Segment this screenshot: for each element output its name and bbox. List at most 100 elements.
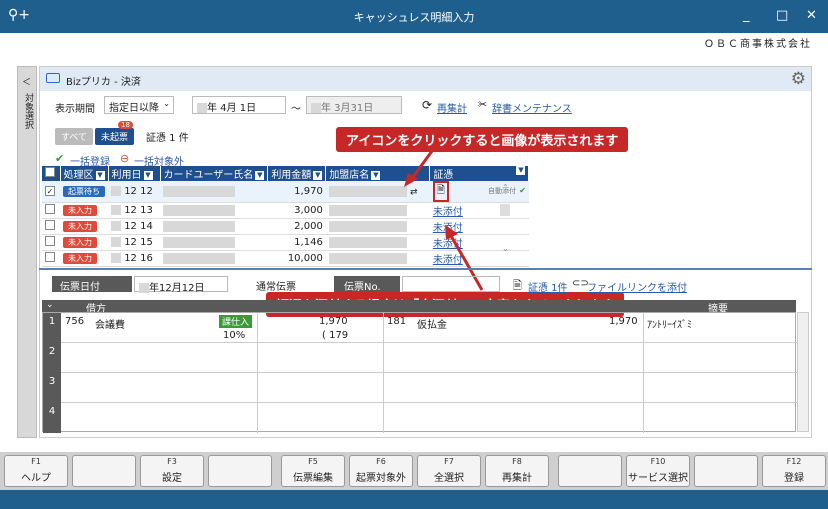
arrow-to-icon (404, 146, 437, 187)
voucher-type[interactable]: 通常伝票 (230, 276, 326, 293)
row-checkbox[interactable] (45, 204, 55, 214)
gear-icon[interactable]: ⚙ (791, 69, 806, 89)
document-icon: 🗎 (513, 279, 522, 292)
debit-account[interactable]: 会議費 (95, 316, 125, 331)
status-badge: 未入力 (63, 237, 97, 248)
f3-settings-button[interactable]: F3 設定 (140, 455, 204, 487)
merchant-cell (328, 220, 407, 232)
row-checkbox[interactable]: ✓ (45, 186, 55, 196)
refresh-icon[interactable]: ⟳ (422, 98, 432, 112)
evidence-count: 証憑 1 件 (146, 133, 189, 144)
header-date[interactable]: 利用日 ▼ (108, 166, 161, 181)
status-bar (0, 490, 828, 509)
row-number: 1 (43, 313, 61, 343)
card-user-cell (163, 252, 235, 264)
debit-amount[interactable]: 1,970 (319, 316, 348, 327)
tab-all[interactable]: すべて (55, 128, 94, 145)
merchant-cell (328, 236, 407, 248)
card-user-cell (163, 220, 235, 232)
credit-account[interactable]: 仮払金 (417, 316, 447, 331)
row-checkbox[interactable] (45, 220, 55, 230)
recalc-link[interactable]: 再集計 (437, 100, 467, 115)
date-to-field[interactable]: 年 3月31日 (306, 96, 402, 114)
f10-service-button[interactable]: F10 サービス選択 (626, 455, 690, 487)
chevron-down-icon: ⌄ (163, 99, 170, 108)
maximize-button[interactable]: □ (776, 8, 788, 23)
table-header-row: 処理区 ▼ 利用日 ▼ カードユーザー氏名 ▼ 利用金額 ▼ 加盟店名 ▼ 証憑 ▼ (42, 166, 530, 181)
debit-code[interactable]: 756 (65, 316, 84, 327)
row-number: 4 (43, 403, 61, 433)
date-cell: 12 15 (124, 237, 153, 248)
f4-button[interactable] (208, 455, 272, 487)
entry-scrollbar[interactable] (797, 312, 809, 432)
period-select[interactable]: 指定日以降 ⌄ (104, 96, 174, 114)
panel-header: Bizプリカ - 決済 ⚙ (40, 67, 811, 91)
summary-cell[interactable]: ｱﾝﾄﾘｰｲｽﾞﾐ (647, 316, 692, 331)
f5-edit-voucher-button[interactable]: F5 伝票編集 (281, 455, 345, 487)
chevron-left-icon: ＜ (22, 78, 32, 88)
header-amount[interactable]: 利用金額 ▼ (267, 166, 327, 181)
tilde: ～ (291, 104, 301, 115)
close-button[interactable]: ✕ (806, 8, 817, 23)
date-to-value: 年 3月31日 (321, 103, 374, 114)
period-select-value: 指定日以降 (109, 103, 159, 114)
f6-exclude-button[interactable]: F6 起票対象外 (349, 455, 413, 487)
target-select-tab[interactable]: ＜ 対象選択 (17, 66, 37, 438)
header-status[interactable]: 処理区 ▼ (60, 166, 109, 181)
table-row[interactable]: 未入力 12 13 3,000 未添付 (42, 202, 529, 219)
evidence-count-link[interactable]: 証憑 1件 (528, 279, 568, 294)
f12-register-button[interactable]: F12 登録 (762, 455, 826, 487)
amount-cell: 2,000 (267, 218, 326, 235)
file-link-attach[interactable]: ファイルリンクを添付 (587, 279, 687, 294)
header-card-user[interactable]: カードユーザー氏名 ▼ (160, 166, 269, 181)
chevron-down-icon[interactable]: ⌄ (46, 300, 54, 310)
row-checkbox[interactable] (45, 252, 55, 262)
row-checkbox[interactable] (45, 236, 55, 246)
dict-maintenance-link[interactable]: 辞書メンテナンス (492, 100, 572, 115)
section-divider (39, 268, 812, 270)
credit-amount[interactable]: 1,970 (609, 316, 638, 327)
f9-button[interactable] (558, 455, 622, 487)
title-bar: ⚲+ キャッシュレス明細入力 _ □ ✕ (0, 0, 828, 33)
card-user-cell (163, 185, 235, 197)
merchant-cell (328, 204, 407, 216)
tab-unrecorded[interactable]: 未起票 (95, 128, 135, 145)
merchant-cell (328, 252, 407, 264)
scroll-up-icon[interactable]: ⌃ (502, 183, 509, 192)
credit-code[interactable]: 181 (387, 316, 406, 327)
date-from-field[interactable]: 年 4月 1日 (192, 96, 286, 114)
header-evidence[interactable]: 証憑 ▼ (429, 166, 530, 181)
card-icon (46, 73, 60, 83)
tax-badge: 課仕入 (219, 315, 253, 328)
status-badge: 未入力 (63, 253, 97, 264)
scroll-down-icon[interactable]: ⌄ (502, 244, 509, 253)
f2-button[interactable] (72, 455, 136, 487)
company-name: ＯＢＣ商事株式会社 (704, 39, 812, 50)
date-cell: 12 12 (124, 186, 153, 197)
f8-recalc-button[interactable]: F8 再集計 (485, 455, 549, 487)
tools-icon[interactable]: ✂ (478, 98, 487, 111)
amount-cell: 1,146 (267, 234, 326, 251)
voucher-no-field[interactable] (402, 276, 500, 292)
f1-help-button[interactable]: F1 ヘルプ (4, 455, 68, 487)
f7-select-all-button[interactable]: F7 全選択 (417, 455, 481, 487)
merchant-cell (328, 185, 407, 197)
unattached-link[interactable]: 未添付 (433, 207, 463, 218)
panel-title: Bizプリカ - 決済 (66, 77, 141, 88)
function-key-bar: F1 ヘルプ F3 設定 F5 伝票編集 F6 起票対象外 F7 全選択 F8 再集計 F1… (0, 452, 828, 490)
journal-entry-grid: 1 2 3 4 756 会議費 課仕入 10% 1,970 ( 179 181 … (42, 312, 797, 433)
window-title: キャッシュレス明細入力 (353, 11, 475, 24)
voucher-date-field[interactable]: 年12月12日 (134, 276, 228, 294)
header-select-all[interactable] (42, 166, 61, 181)
check-circle-icon: ✔ (55, 152, 65, 165)
minimize-button[interactable]: _ (743, 8, 750, 23)
voucher-date-label: 伝票日付 (52, 276, 132, 293)
status-badge: 未入力 (63, 221, 97, 232)
f11-button[interactable] (694, 455, 758, 487)
table-row[interactable]: ✓ 起票待ち 12 12 1,970 ⇄ 🗎 自動添付 ✔ (42, 181, 529, 203)
scrollbar-thumb[interactable] (500, 204, 510, 216)
tax-amount: ( 179 (322, 330, 349, 341)
card-user-cell (163, 236, 235, 248)
voucher-no-label: 伝票No. (334, 276, 400, 293)
date-from-value: 年 4月 1日 (207, 103, 257, 114)
